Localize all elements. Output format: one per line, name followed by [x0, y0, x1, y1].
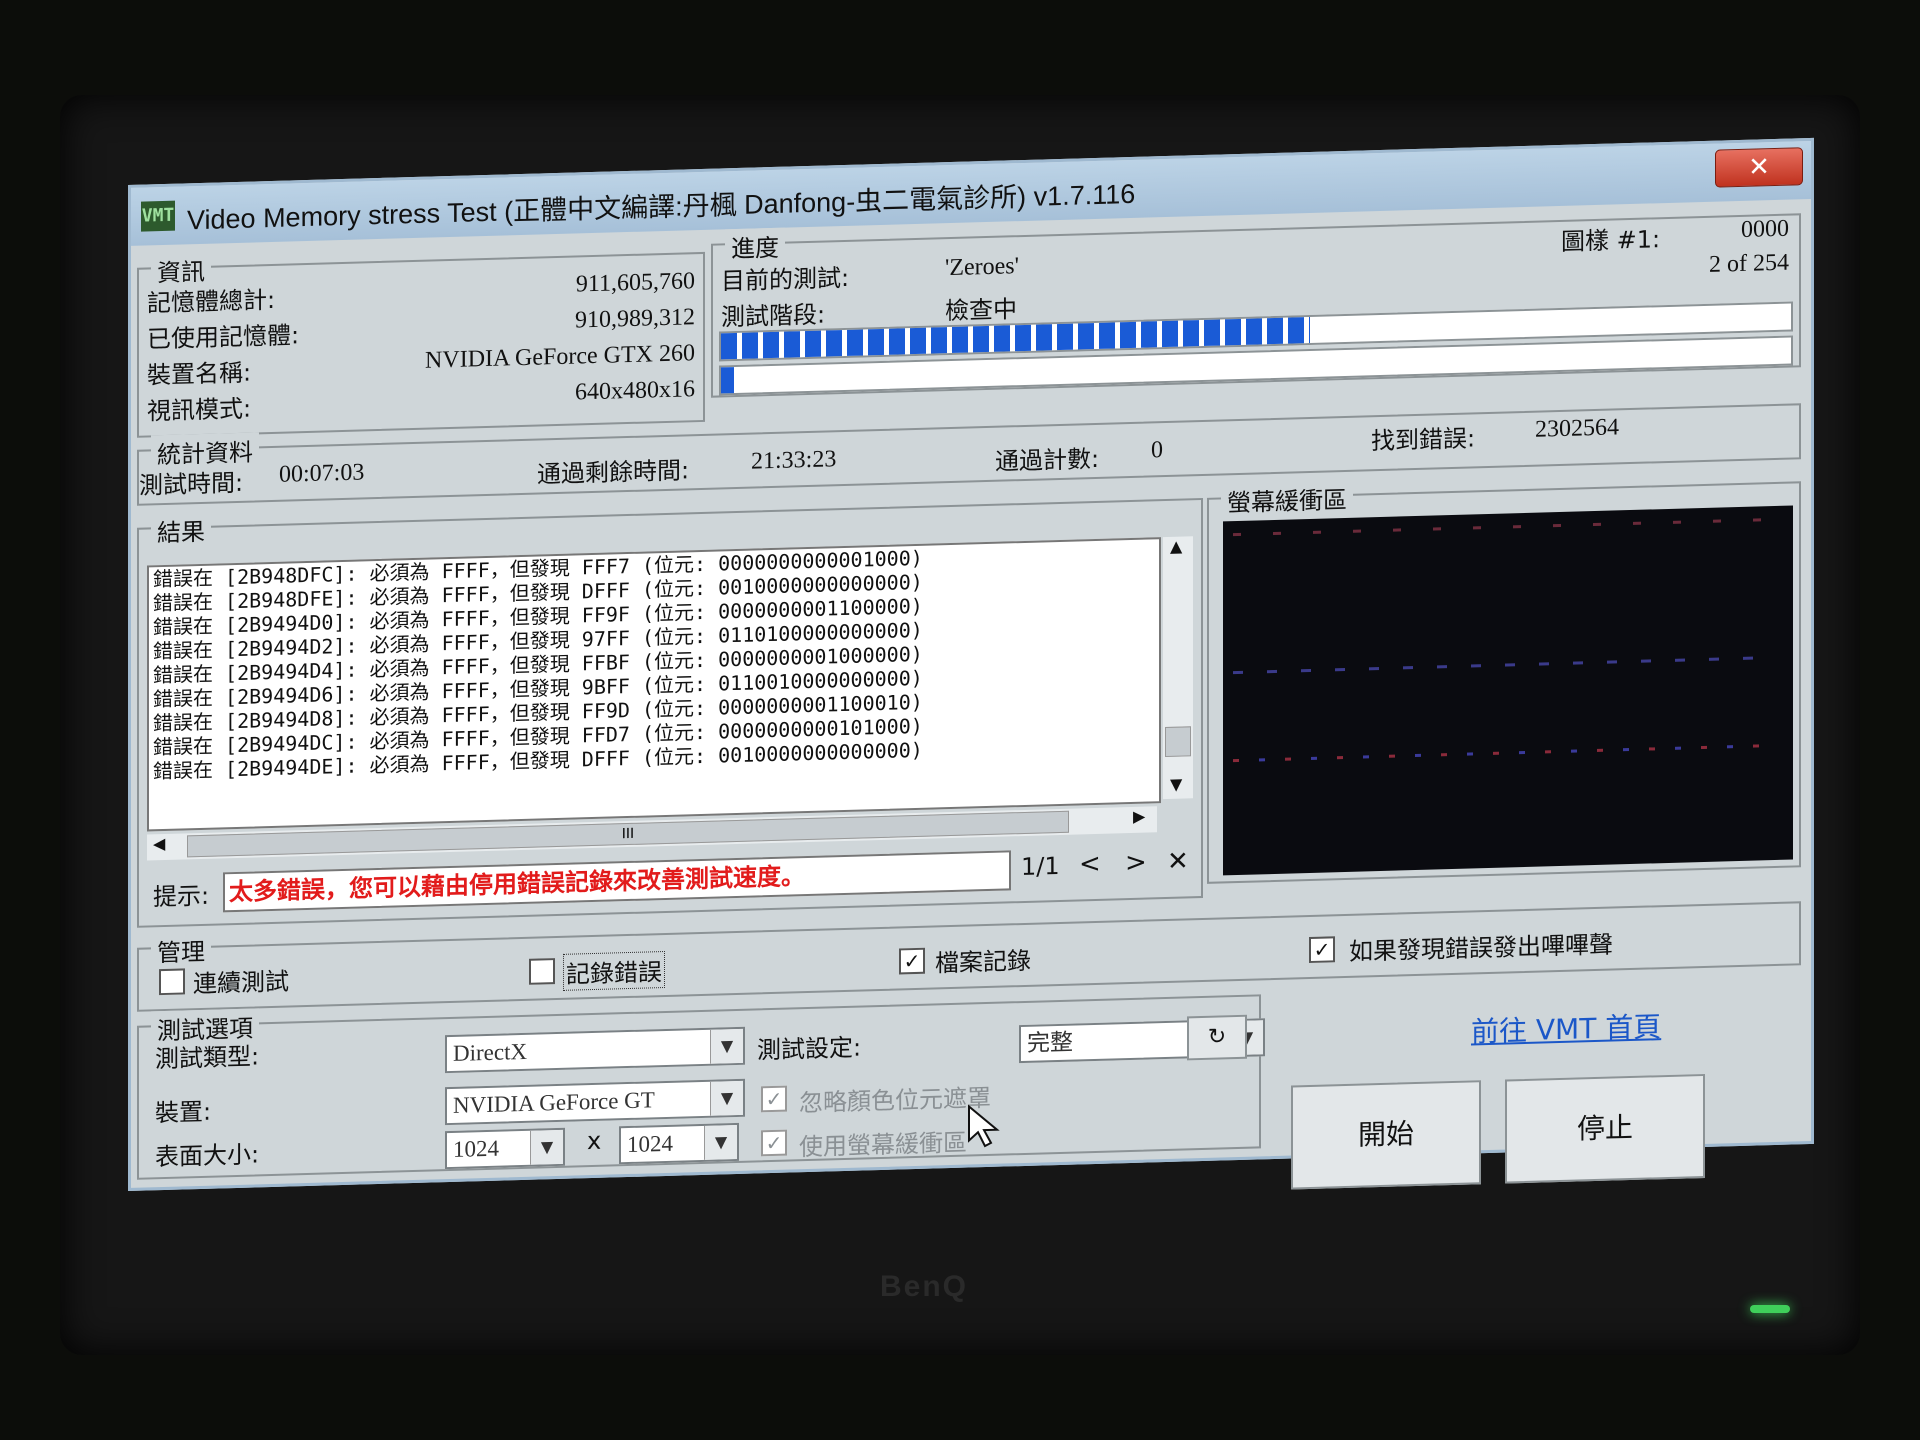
surface-width-value: 1024 — [453, 1135, 499, 1162]
refresh-icon: ↻ — [1207, 1024, 1227, 1050]
manage-group-title: 管理 — [151, 931, 211, 969]
device-value: NVIDIA GeForce GT — [453, 1087, 655, 1118]
dismiss-hint-button[interactable]: ✕ — [1167, 846, 1189, 877]
buffer-noise-line — [1233, 744, 1773, 763]
beep-on-error-checkbox[interactable]: ✓ — [1309, 936, 1335, 964]
stop-button[interactable]: 停止 — [1505, 1073, 1705, 1184]
buffer-noise-line — [1233, 518, 1773, 537]
use-screen-buffer-checkbox[interactable]: ✓ — [761, 1129, 787, 1157]
results-group: 結果 錯誤在 [2B948DFC]: 必須為 FFFF，但發現 FFF7 (位元… — [137, 497, 1203, 928]
device-name-label: 裝置名稱: — [147, 358, 252, 390]
results-vertical-scrollbar[interactable]: ▲ ▼ — [1163, 536, 1193, 800]
surface-size-label: 表面大小: — [155, 1140, 260, 1172]
use-screen-buffer-label[interactable]: 使用螢幕緩衝區 — [799, 1123, 967, 1163]
window-title: Video Memory stress Test (正體中文編譯:丹楓 Danf… — [187, 178, 1136, 236]
progress-group-title: 進度 — [725, 227, 785, 265]
test-setting-value: 完整 — [1027, 1029, 1073, 1057]
log-errors-checkbox[interactable] — [529, 958, 555, 985]
test-time-label: 測試時間: — [139, 468, 244, 500]
test-time-value: 00:07:03 — [279, 459, 365, 488]
chevron-down-icon[interactable]: ▼ — [710, 1080, 743, 1116]
power-led — [1750, 1305, 1790, 1313]
pattern-count: 2 of 254 — [1709, 249, 1789, 278]
page-indicator: 1/1 — [1021, 851, 1060, 882]
options-group: 測試選項 測試類型: DirectX ▼ 測試設定: 完整 ▼ ↻ 裝置: NV… — [137, 994, 1265, 1180]
file-log-label[interactable]: 檔案記錄 — [935, 941, 1031, 979]
test-stage-value: 檢查中 — [945, 295, 1017, 326]
mouse-cursor-icon — [968, 1104, 1000, 1148]
app-window: VMT Video Memory stress Test (正體中文編譯:丹楓 … — [128, 137, 1814, 1191]
buffer-noise-line — [1233, 656, 1773, 675]
test-setting-label: 測試設定: — [757, 1033, 862, 1065]
pass-count-value: 0 — [1151, 437, 1163, 464]
vmt-homepage-link[interactable]: 前往 VMT 首頁 — [1471, 1005, 1661, 1050]
pattern-value: 0000 — [1741, 215, 1789, 243]
surface-height-select[interactable]: 1024 ▼ — [619, 1122, 739, 1165]
remaining-time-value: 21:33:23 — [751, 446, 837, 475]
screen-buffer-group: 螢幕緩衝區 — [1207, 479, 1801, 884]
log-errors-label[interactable]: 記錄錯誤 — [563, 951, 665, 991]
device-select[interactable]: NVIDIA GeForce GT ▼ — [445, 1078, 745, 1126]
errors-found-value: 2302564 — [1535, 414, 1619, 443]
surface-width-select[interactable]: 1024 ▼ — [445, 1127, 565, 1170]
total-memory-label: 記憶體總計: — [147, 285, 276, 318]
errors-found-label: 找到錯誤: — [1371, 424, 1476, 456]
device-name-value: NVIDIA GeForce GTX 260 — [425, 340, 695, 374]
hint-label: 提示: — [153, 881, 210, 912]
test-stage-label: 測試階段: — [721, 300, 826, 332]
pattern-label: 圖樣 #1: — [1561, 225, 1661, 256]
continuous-test-label[interactable]: 連續測試 — [193, 962, 289, 1000]
screen-buffer-view — [1223, 505, 1793, 876]
continuous-test-checkbox[interactable] — [159, 968, 185, 996]
ignore-color-mask-label[interactable]: 忽略顏色位元遮罩 — [799, 1078, 991, 1118]
current-test-value: 'Zeroes' — [945, 253, 1019, 282]
info-group: 資訊 記憶體總計: 911,605,760 已使用記憶體: 910,989,31… — [137, 251, 705, 438]
test-type-value: DirectX — [453, 1038, 528, 1066]
start-button[interactable]: 開始 — [1291, 1080, 1481, 1190]
device-label: 裝置: — [155, 1097, 212, 1128]
next-page-button[interactable]: > — [1125, 848, 1147, 879]
current-test-label: 目前的測試: — [721, 263, 850, 296]
pass-count-label: 通過計數: — [995, 444, 1100, 476]
scroll-down-icon[interactable]: ▼ — [1170, 775, 1182, 794]
progress-group: 進度 目前的測試: 'Zeroes' 測試階段: 檢查中 圖樣 #1: 0000… — [711, 213, 1801, 398]
scroll-up-icon[interactable]: ▲ — [1170, 537, 1182, 556]
video-mode-label: 視訊模式: — [147, 394, 252, 426]
chevron-down-icon[interactable]: ▼ — [530, 1129, 563, 1165]
close-button[interactable]: ✕ — [1715, 147, 1803, 188]
screen-buffer-title: 螢幕緩衝區 — [1221, 479, 1353, 519]
chevron-down-icon[interactable]: ▼ — [704, 1124, 737, 1160]
chevron-down-icon[interactable]: ▼ — [710, 1028, 743, 1064]
video-mode-value: 640x480x16 — [575, 376, 695, 406]
scroll-left-icon[interactable]: ◀ — [153, 834, 165, 853]
total-memory-value: 911,605,760 — [575, 268, 695, 298]
beep-on-error-label[interactable]: 如果發現錯誤發出嗶嗶聲 — [1349, 925, 1613, 967]
app-icon: VMT — [141, 200, 175, 232]
overall-progress-fill — [721, 367, 734, 394]
file-log-checkbox[interactable]: ✓ — [899, 947, 925, 975]
monitor-brand: BenQ — [880, 1270, 969, 1303]
scroll-right-icon[interactable]: ▶ — [1133, 807, 1145, 826]
test-type-label: 測試類型: — [155, 1042, 260, 1074]
hint-message: 太多錯誤，您可以藉由停用錯誤記錄來改善測試速度。 — [223, 850, 1011, 913]
test-type-select[interactable]: DirectX ▼ — [445, 1026, 745, 1074]
results-list[interactable]: 錯誤在 [2B948DFC]: 必須為 FFFF，但發現 FFF7 (位元: 0… — [147, 537, 1161, 832]
used-memory-label: 已使用記憶體: — [147, 321, 300, 354]
remaining-time-label: 通過剩餘時間: — [537, 456, 690, 489]
used-memory-value: 910,989,312 — [575, 304, 695, 334]
ignore-color-mask-checkbox[interactable]: ✓ — [761, 1085, 787, 1113]
surface-height-value: 1024 — [627, 1130, 673, 1158]
results-group-title: 結果 — [151, 511, 211, 549]
times-sign: x — [587, 1126, 602, 1156]
vertical-scroll-thumb[interactable] — [1165, 726, 1191, 758]
prev-page-button[interactable]: < — [1079, 849, 1101, 880]
refresh-button[interactable]: ↻ — [1187, 1014, 1247, 1061]
